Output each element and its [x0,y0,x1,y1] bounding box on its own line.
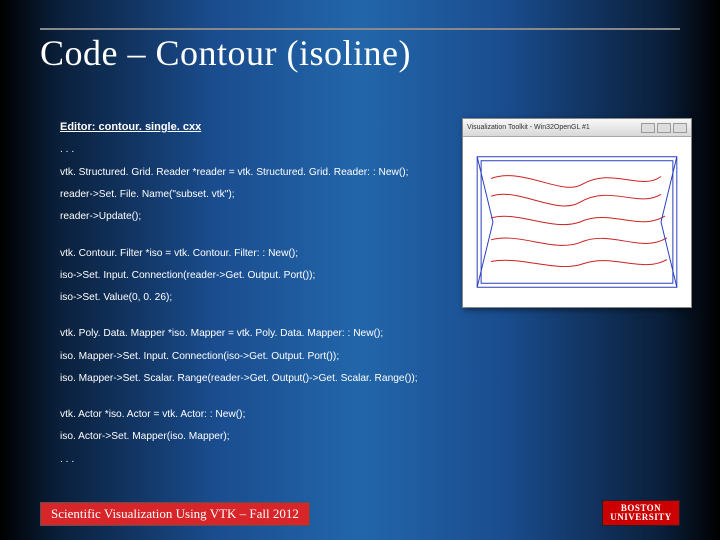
title-block: Code – Contour (isoline) [40,28,680,74]
code-line: vtk. Poly. Data. Mapper *iso. Mapper = v… [60,327,440,341]
close-icon[interactable] [673,123,687,133]
viz-canvas [463,137,691,307]
code-content: Editor: contour. single. cxx . . . vtk. … [60,120,440,475]
viz-window-titlebar: Visualization Toolkit - Win32OpenGL #1 [463,119,691,137]
code-line: iso. Mapper->Set. Input. Connection(iso-… [60,350,440,364]
code-line: reader->Set. File. Name("subset. vtk"); [60,188,440,202]
code-line: iso->Set. Value(0, 0. 26); [60,291,440,305]
footer-label: Scientific Visualization Using VTK – Fal… [40,502,310,526]
spacer [60,394,440,408]
code-line: reader->Update(); [60,210,440,224]
code-line: iso->Set. Input. Connection(reader->Get.… [60,269,440,283]
viz-window: Visualization Toolkit - Win32OpenGL #1 [462,118,692,308]
code-line: vtk. Actor *iso. Actor = vtk. Actor: : N… [60,408,440,422]
code-line: iso. Mapper->Set. Scalar. Range(reader->… [60,372,440,386]
title-rule [40,28,680,30]
editor-label: Editor: contour. single. cxx [60,120,440,135]
spacer [60,313,440,327]
window-controls [641,123,687,133]
bu-logo: BOSTON UNIVERSITY [602,500,680,526]
logo-text: BOSTON UNIVERSITY [603,504,679,522]
footer: Scientific Visualization Using VTK – Fal… [40,500,680,526]
maximize-icon[interactable] [657,123,671,133]
contour-plot [463,137,691,307]
code-line: . . . [60,143,440,157]
minimize-icon[interactable] [641,123,655,133]
code-line: vtk. Structured. Grid. Reader *reader = … [60,166,440,180]
slide-title: Code – Contour (isoline) [40,32,680,74]
viz-window-title: Visualization Toolkit - Win32OpenGL #1 [467,124,590,131]
spacer [60,233,440,247]
code-line: . . . [60,453,440,467]
code-line: vtk. Contour. Filter *iso = vtk. Contour… [60,247,440,261]
code-line: iso. Actor->Set. Mapper(iso. Mapper); [60,430,440,444]
